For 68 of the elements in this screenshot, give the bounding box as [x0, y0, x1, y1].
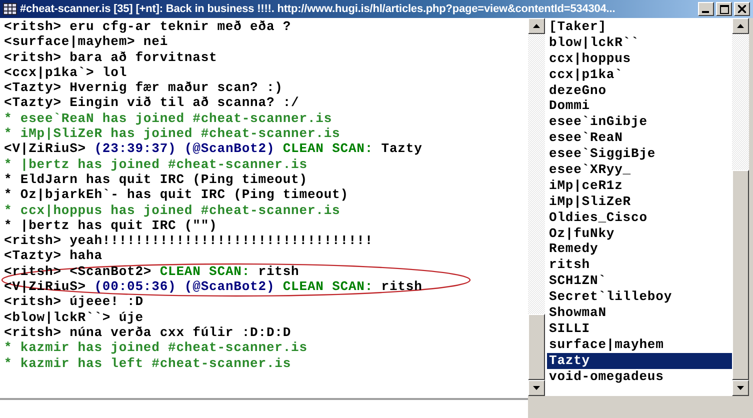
chat-text: CLEAN SCAN:: [282, 141, 374, 156]
window-title: #cheat-scanner.is [35] [+nt]: Back in business !!!!. http://www.hugi.is/hl/articles.php?page=view&contentId=534304...: [20, 3, 616, 15]
nick-item[interactable]: void-omegadeus: [547, 368, 732, 384]
nick-item[interactable]: Oldies_Cisco: [547, 210, 732, 226]
chat-text: <ritsh> újeee! :D: [4, 294, 144, 310]
nick-item[interactable]: ritsh: [547, 257, 732, 274]
chat-text: <Tazty> haha: [4, 248, 102, 264]
chat-text: * iMp|SliZeR has joined #cheat-scanner.is: [4, 126, 340, 142]
nick-item[interactable]: esee`XRyy_: [547, 162, 732, 178]
nick-item[interactable]: [Taker]: [547, 19, 732, 35]
scrollbar-thumb[interactable]: [732, 170, 749, 380]
up-arrow-icon: [533, 24, 540, 28]
nick-item[interactable]: blow|lckR``: [547, 34, 732, 51]
nick-item[interactable]: Tazty: [547, 352, 732, 369]
nick-item[interactable]: esee`SiggiBje: [547, 146, 732, 162]
chat-text: CLEAN SCAN:: [282, 279, 374, 294]
chat-text: <ritsh> núna verða cxx fúlir :D:D:D: [4, 324, 292, 340]
chat-text: * |bertz has joined #cheat-scanner.is: [4, 156, 308, 172]
chat-text: CLEAN SCAN:: [160, 264, 252, 279]
scrollbar-thumb[interactable]: [528, 314, 545, 380]
nick-item[interactable]: SILLI: [547, 320, 732, 337]
maximize-icon: [720, 4, 728, 14]
close-icon: [738, 5, 746, 13]
nick-item[interactable]: Secret`lilleboy: [547, 289, 732, 306]
nick-item[interactable]: surface|mayhem: [547, 336, 732, 353]
nick-item[interactable]: Remedy: [547, 241, 732, 258]
chat-text: <ritsh> yeah!!!!!!!!!!!!!!!!!!!!!!!!!!!!!!!!!: [4, 233, 374, 248]
maximize-button[interactable]: [716, 2, 732, 16]
chat-text: (23:39:37) (@ScanBot2): [94, 141, 276, 156]
chat-text: * |bertz has quit IRC (""): [4, 218, 218, 233]
chat-text: * kazmir has left #cheat-scanner.is: [4, 356, 292, 371]
grid-icon: [3, 3, 17, 15]
nick-item[interactable]: ccx|p1ka`: [547, 66, 732, 83]
chat-text: * EldJarn has quit IRC (Ping timeout): [4, 172, 308, 187]
chat-text: <ccx|p1ka`> lol: [4, 64, 128, 80]
chat-text: * ccx|hoppus has joined #cheat-scanner.is: [4, 202, 340, 218]
nicklist-scrollbar[interactable]: [732, 18, 749, 396]
chat-text: ritsh: [258, 264, 300, 279]
nick-item[interactable]: esee`inGibje: [547, 114, 732, 130]
chat-text: <surface|mayhem> nei: [4, 34, 168, 50]
nick-item[interactable]: esee`ReaN: [547, 130, 732, 146]
down-arrow-icon: [533, 386, 540, 390]
chat-text: (00:05:36) (@ScanBot2): [94, 279, 276, 294]
chat-text: ritsh: [381, 279, 422, 294]
up-arrow-icon: [737, 24, 744, 28]
chat-text: * esee`ReaN has joined #cheat-scanner.is: [4, 110, 332, 126]
chat-text: * kazmir has joined #cheat-scanner.is: [4, 340, 308, 356]
nick-item[interactable]: iMp|ceR1z: [547, 178, 732, 194]
chat-text: <ritsh> eru cfg-ar teknir með eða ?: [4, 19, 292, 34]
chat-text: <ritsh> bara að forvitnast: [4, 50, 218, 65]
nick-item[interactable]: iMp|SliZeR: [547, 194, 732, 210]
chat-text: Tazty: [381, 141, 422, 156]
chat-text: <Tazty> Hvernig fær maður scan? :): [4, 80, 283, 96]
down-arrow-icon: [737, 386, 744, 390]
message-input[interactable]: [0, 398, 528, 418]
close-button[interactable]: [734, 2, 750, 16]
chat-text: <V|ZiRiuS>: [4, 141, 88, 156]
minimize-button[interactable]: [698, 2, 714, 16]
nick-item[interactable]: dezeGno: [547, 82, 732, 98]
nick-item[interactable]: Oz|fuNky: [547, 226, 732, 242]
chat-text: <Tazty> Eingin við til að scanna? :/: [4, 95, 300, 110]
chat-scrollbar[interactable]: [528, 18, 545, 396]
nick-item[interactable]: ccx|hoppus: [547, 50, 732, 67]
chat-text: * Oz|bjarkEh`- has quit IRC (Ping timeout): [4, 187, 348, 202]
nick-item[interactable]: SCH1ZN`: [547, 273, 732, 290]
nick-item[interactable]: Dommi: [547, 98, 732, 114]
nick-item[interactable]: ShowmaN: [547, 305, 732, 321]
chat-text: <blow|lckR``> úje: [4, 310, 144, 325]
